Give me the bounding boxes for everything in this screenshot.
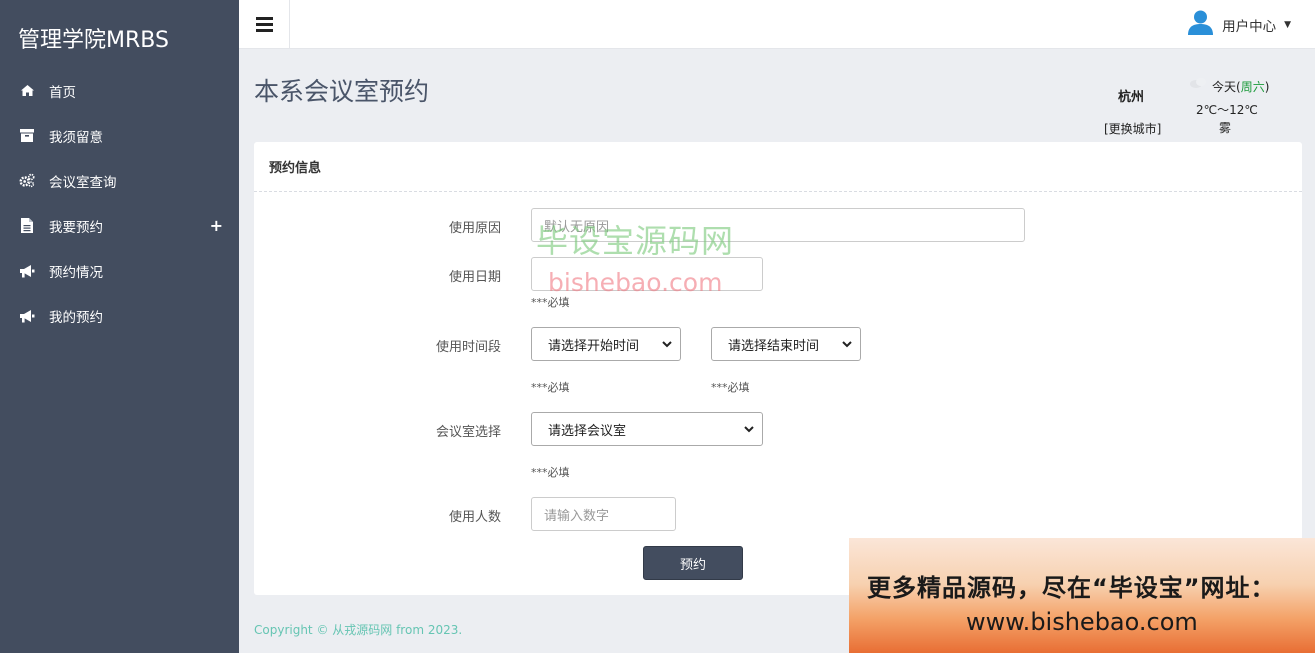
end-required-note: ***必填 bbox=[711, 381, 750, 394]
promo-banner: 更多精品源码，尽在“毕设宝”网址： www.bishebao.com bbox=[849, 538, 1315, 653]
sidebar-item-label: 预约情况 bbox=[49, 264, 103, 281]
sidebar-nav: 首页 我须留意 会议室查询 我要预约 + 预约情况 我的预约 bbox=[0, 68, 239, 338]
weather-today-close: ) bbox=[1264, 80, 1270, 94]
end-time-value: 请选择结束时间 bbox=[728, 338, 820, 354]
sidebar-item-reserve-status[interactable]: 预约情况 bbox=[0, 248, 239, 293]
start-required-note: ***必填 bbox=[531, 381, 570, 394]
brand-title[interactable]: 管理学院MRBS bbox=[0, 0, 239, 76]
menu-toggle-button[interactable] bbox=[239, 0, 290, 49]
room-label: 会议室选择 bbox=[435, 425, 501, 440]
archive-icon bbox=[19, 128, 35, 144]
chevron-down-icon bbox=[662, 340, 672, 347]
sidebar-item-label: 我要预约 bbox=[49, 219, 103, 236]
megaphone-icon bbox=[19, 308, 35, 324]
sidebar-item-label: 我须留意 bbox=[49, 129, 103, 146]
time-label: 使用时间段 bbox=[435, 340, 501, 355]
card-header: 预约信息 bbox=[254, 142, 1302, 192]
room-required-note: ***必填 bbox=[531, 466, 570, 479]
chevron-down-icon bbox=[744, 425, 754, 432]
sidebar-item-my-reservations[interactable]: 我的预约 bbox=[0, 293, 239, 338]
weather-today: 今天(周六) bbox=[1212, 78, 1269, 95]
fog-icon bbox=[1188, 76, 1208, 93]
people-label: 使用人数 bbox=[448, 510, 501, 525]
promo-text: 更多精品源码，尽在“毕设宝”网址： bbox=[867, 574, 1276, 602]
start-time-select[interactable]: 请选择开始时间 bbox=[531, 327, 681, 361]
reason-label: 使用原因 bbox=[448, 221, 501, 236]
file-icon bbox=[19, 218, 35, 234]
gears-icon bbox=[19, 173, 35, 189]
reserve-button[interactable]: 预约 bbox=[643, 546, 743, 580]
sidebar-item-home[interactable]: 首页 bbox=[0, 68, 239, 113]
megaphone-icon bbox=[19, 263, 35, 279]
people-input[interactable]: 请输入数字 bbox=[531, 497, 676, 531]
weather-weekday: 周六 bbox=[1240, 80, 1265, 94]
user-menu-label: 用户中心 bbox=[1222, 18, 1277, 35]
hamburger-icon bbox=[255, 17, 273, 32]
expand-icon[interactable]: + bbox=[210, 216, 223, 235]
home-icon bbox=[19, 83, 35, 99]
weather-temperature: 2℃～12℃ bbox=[1196, 103, 1258, 117]
sidebar-item-label: 会议室查询 bbox=[49, 174, 117, 191]
topbar: 用户中心 ▼ bbox=[239, 0, 1315, 49]
sidebar-item-room-query[interactable]: 会议室查询 bbox=[0, 158, 239, 203]
end-time-select[interactable]: 请选择结束时间 bbox=[711, 327, 861, 361]
sidebar-item-reserve[interactable]: 我要预约 + bbox=[0, 203, 239, 248]
sidebar-item-notice[interactable]: 我须留意 bbox=[0, 113, 239, 158]
user-menu[interactable]: 用户中心 ▼ bbox=[1187, 0, 1291, 49]
user-avatar-icon bbox=[1187, 9, 1214, 40]
weather-today-label: 今天( bbox=[1212, 80, 1241, 94]
watermark-text: 毕设宝源码网 bbox=[536, 222, 735, 260]
sidebar-item-label: 首页 bbox=[49, 84, 76, 101]
footer-copyright: Copyright © 从戎源码网 from 2023. bbox=[254, 623, 463, 637]
watermark-url: bishebao.com bbox=[548, 268, 723, 297]
weather-city: 杭州 bbox=[1118, 90, 1145, 105]
weather-widget: 杭州 [更换城市] 今天(周六) 2℃～12℃ 雾 bbox=[1100, 74, 1300, 140]
chevron-down-icon bbox=[842, 340, 852, 347]
date-label: 使用日期 bbox=[448, 270, 501, 285]
change-city-link[interactable]: [更换城市] bbox=[1104, 120, 1161, 137]
sidebar: 管理学院MRBS 首页 我须留意 会议室查询 我要预约 + 预约情况 我的预约 bbox=[0, 0, 239, 653]
room-select-value: 请选择会议室 bbox=[548, 423, 627, 439]
promo-url[interactable]: www.bishebao.com bbox=[966, 608, 1198, 636]
page-title: 本系会议室预约 bbox=[254, 77, 430, 106]
caret-down-icon: ▼ bbox=[1284, 19, 1291, 30]
weather-condition: 雾 bbox=[1219, 121, 1232, 135]
sidebar-item-label: 我的预约 bbox=[49, 309, 103, 326]
room-select[interactable]: 请选择会议室 bbox=[531, 412, 763, 446]
start-time-value: 请选择开始时间 bbox=[548, 338, 640, 354]
